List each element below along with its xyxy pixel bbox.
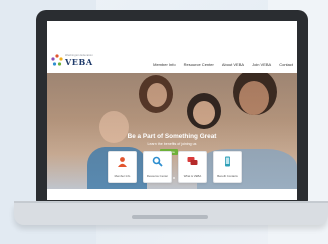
phone-icon [225,156,230,167]
page-body [47,189,297,200]
site-header: Washington Education VEBA Member Info Re… [47,21,297,73]
laptop-notch [132,215,208,219]
nav-item-member-info[interactable]: Member Info [153,62,175,67]
card-label: Member Info [114,174,131,178]
card-label: Resource Center [146,174,169,178]
logo-mark-icon [51,54,63,66]
nav-item-about[interactable]: About VEBA [222,62,244,67]
quick-links: Member Info Resource Center What is VEBA… [108,151,242,183]
card-resource-center[interactable]: Resource Center [143,151,172,183]
laptop-base [14,203,328,225]
site-logo[interactable]: Washington Education VEBA [51,54,93,68]
laptop-screen: Washington Education VEBA Member Info Re… [47,21,297,200]
card-label: Benefit Contacts [217,174,238,178]
card-label: What is VEBA [183,174,202,178]
nav-item-join[interactable]: Join VEBA [252,62,271,67]
chat-icon [187,157,198,165]
magnifier-icon [152,156,163,167]
card-what-is-veba[interactable]: What is VEBA [178,151,207,183]
main-nav: Member Info Resource Center About VEBA J… [153,62,293,67]
nav-item-resource-center[interactable]: Resource Center [184,62,214,67]
hero-title: Be a Part of Something Great [127,133,217,140]
card-member-info[interactable]: Member Info [108,151,137,183]
card-benefit-contacts[interactable]: Benefit Contacts [213,151,242,183]
member-icon [118,157,127,167]
nav-item-contact[interactable]: Contact [279,62,293,67]
logo-text: VEBA [65,57,93,67]
hero-subtitle: Learn the benefits of joining us [147,141,197,146]
